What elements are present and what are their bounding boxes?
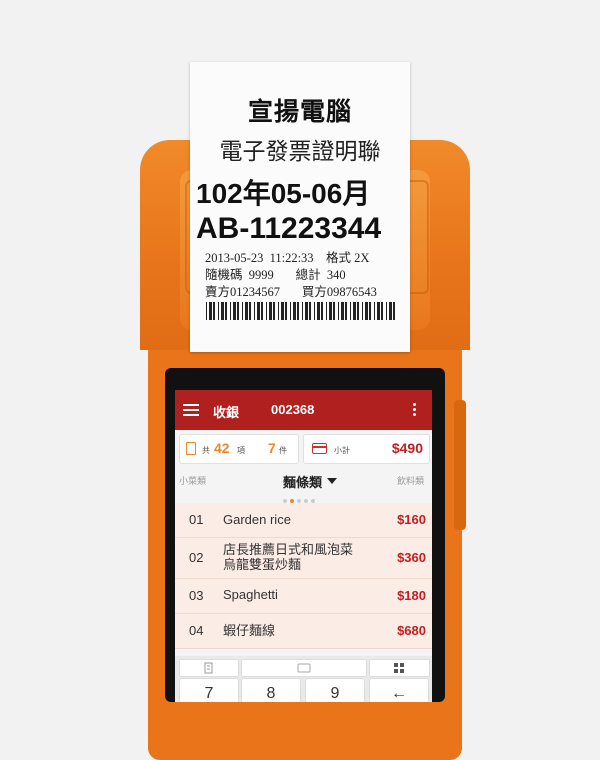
document-icon: [186, 442, 196, 455]
items-count: 42: [214, 440, 230, 456]
item-name: Spaghetti: [223, 587, 278, 602]
subtotal-card[interactable]: 小計 $490: [303, 434, 430, 464]
item-price: $680: [397, 623, 426, 638]
list-item[interactable]: 03 Spaghetti $180: [175, 579, 432, 614]
item-price: $160: [397, 512, 426, 527]
side-button: [454, 400, 466, 530]
item-number: 01: [189, 512, 204, 527]
comment-button[interactable]: [241, 659, 367, 677]
cashier-app: 收銀 002368 共 42 項 7 件 小計 $490 小菜類 麵條類 飲料類…: [175, 390, 432, 702]
key-8[interactable]: 8: [241, 678, 301, 702]
items-summary-card[interactable]: 共 42 項 7 件: [179, 434, 299, 464]
item-number: 02: [189, 550, 204, 565]
device-screen: 收銀 002368 共 42 項 7 件 小計 $490 小菜類 麵條類 飲料類…: [165, 368, 445, 702]
list-item[interactable]: 04 蝦仔麵線 $680: [175, 614, 432, 649]
item-price: $360: [397, 550, 426, 565]
quantity-unit: 件: [279, 446, 287, 455]
item-list: 01 Garden rice $160 02 店長推薦日式和風泡菜 烏龍雙蛋炒麵…: [175, 503, 432, 653]
app-title: 收銀: [213, 405, 240, 420]
grid-icon: [394, 663, 404, 673]
grid-view-button[interactable]: [369, 659, 430, 677]
key-9[interactable]: 9: [305, 678, 365, 702]
list-item[interactable]: 01 Garden rice $160: [175, 503, 432, 538]
receipt-mode-button[interactable]: [179, 659, 239, 677]
item-name: 店長推薦日式和風泡菜 烏龍雙蛋炒麵: [223, 542, 354, 572]
subtotal-amount: $490: [391, 440, 423, 456]
printed-receipt: 宣揚電腦 電子發票證明聯 102年05-06月 AB-11223344 2013…: [190, 62, 410, 352]
item-name: 蝦仔麵線: [223, 623, 276, 638]
item-name: Garden rice: [223, 512, 291, 527]
chevron-down-icon[interactable]: [327, 478, 337, 484]
item-number: 03: [189, 588, 204, 603]
receipt-invoice-number: AB-11223344: [196, 212, 382, 245]
keypad-area: 7 8 9 ←: [175, 656, 432, 702]
receipt-period: 102年05-06月: [196, 178, 371, 209]
more-options-icon[interactable]: [413, 403, 416, 418]
receipt-doc-type: 電子發票證明聯: [219, 139, 381, 165]
category-prev[interactable]: 小菜類: [179, 474, 206, 487]
order-summary: 共 42 項 7 件 小計 $490: [179, 434, 430, 464]
item-price: $180: [397, 588, 426, 603]
backspace-key[interactable]: ←: [369, 678, 429, 702]
chat-icon: [297, 663, 311, 673]
order-number: 002368: [271, 402, 315, 417]
category-next[interactable]: 飲料類: [397, 474, 424, 487]
menu-icon[interactable]: [183, 404, 199, 416]
keypad-row: 7 8 9 ←: [175, 678, 432, 702]
items-label: 共: [202, 446, 210, 455]
quantity-count: 7: [268, 440, 276, 456]
category-switcher: 小菜類 麵條類 飲料類: [175, 470, 432, 503]
items-unit: 項: [237, 446, 245, 455]
receipt-company: 宣揚電腦: [247, 98, 352, 126]
category-current[interactable]: 麵條類: [283, 472, 322, 491]
list-item[interactable]: 02 店長推薦日式和風泡菜 烏龍雙蛋炒麵 $360: [175, 538, 432, 579]
subtotal-label: 小計: [334, 446, 350, 455]
credit-card-icon: [312, 443, 327, 454]
app-bar: 收銀 002368: [175, 390, 432, 430]
document-icon: [204, 662, 213, 674]
barcode-icon: [206, 302, 395, 320]
item-number: 04: [189, 623, 204, 638]
receipt-seller-buyer-line: 賣方01234567 買方09876543: [205, 285, 377, 299]
key-7[interactable]: 7: [179, 678, 239, 702]
